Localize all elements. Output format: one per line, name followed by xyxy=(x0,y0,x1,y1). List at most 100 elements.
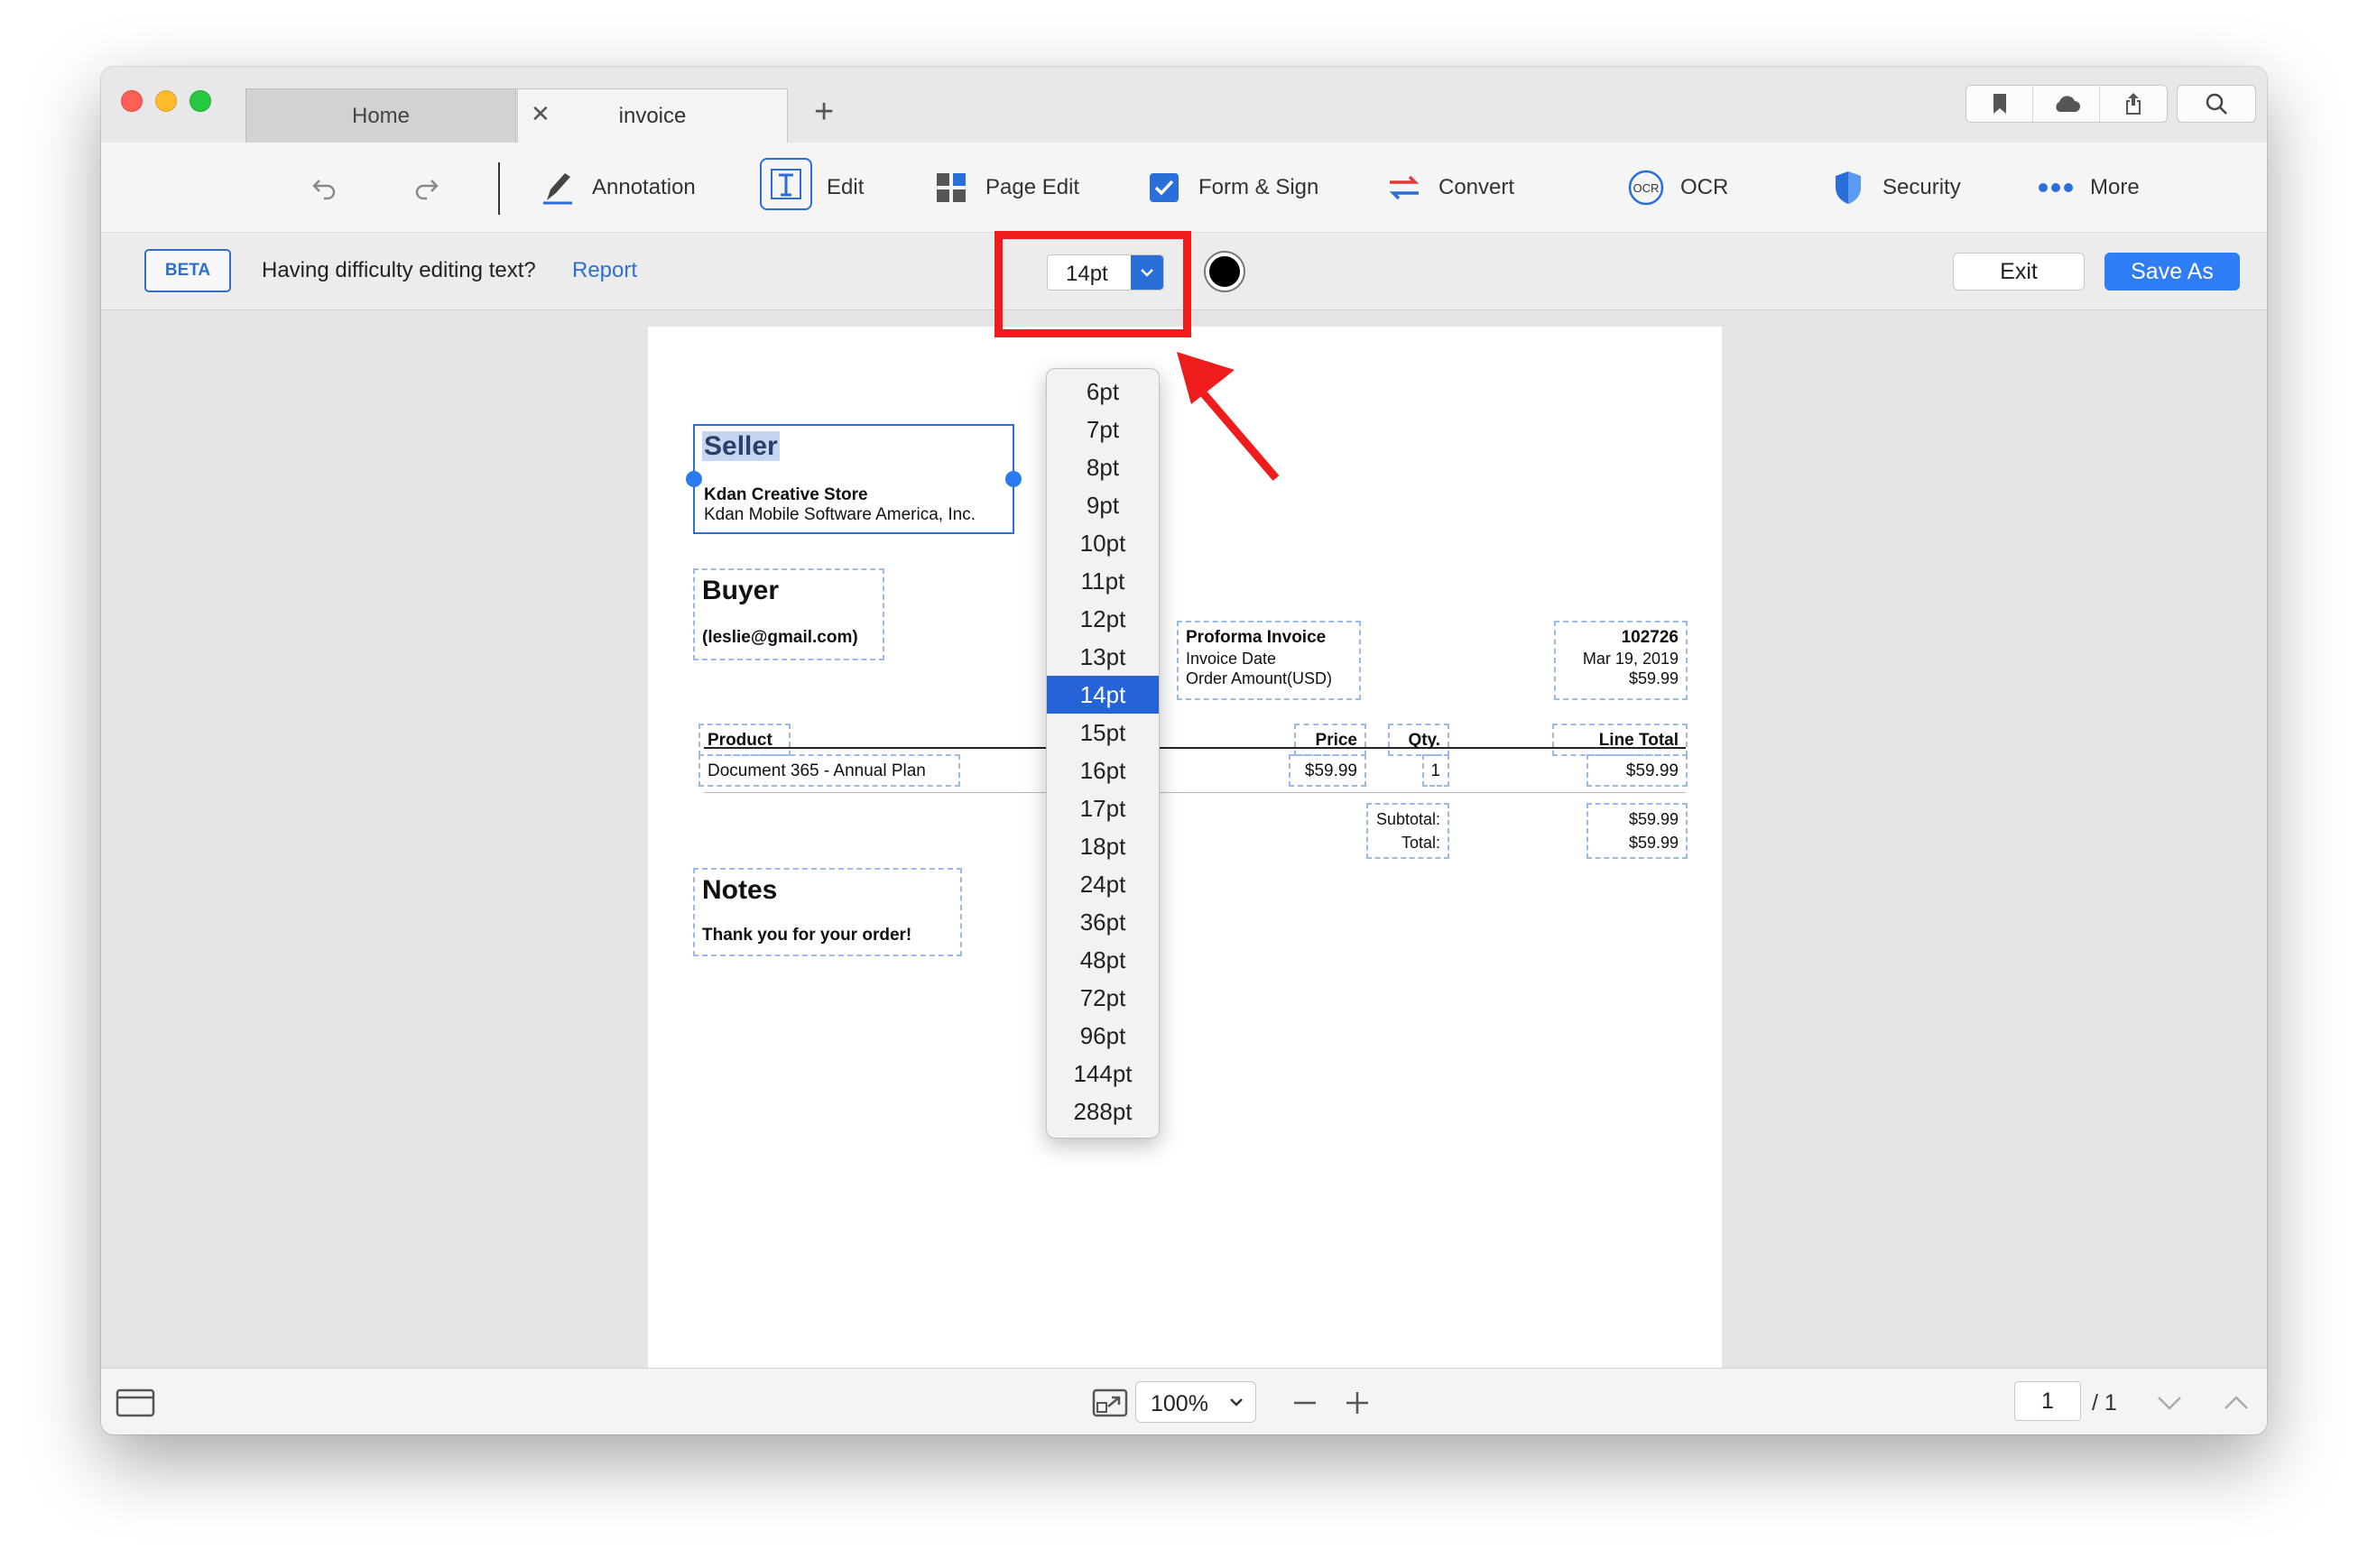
font-size-option[interactable]: 9pt xyxy=(1047,486,1159,524)
fit-page-button[interactable] xyxy=(1090,1385,1130,1421)
row-total[interactable]: $59.99 xyxy=(1626,761,1679,781)
zoom-window-button[interactable] xyxy=(190,90,211,112)
font-size-option[interactable]: 11pt xyxy=(1047,562,1159,600)
font-size-dropdown[interactable]: 6pt 7pt 8pt 9pt 10pt 11pt 12pt 13pt 14pt 15pt 16pt… xyxy=(1046,368,1160,1139)
qty-header-box[interactable]: Qty. xyxy=(1388,724,1449,756)
font-size-option[interactable]: 144pt xyxy=(1047,1055,1159,1093)
row-product-box[interactable]: Document 365 - Annual Plan xyxy=(698,754,960,787)
row-qty-box[interactable]: 1 xyxy=(1422,754,1449,787)
exit-button[interactable]: Exit xyxy=(1953,253,2085,291)
bookmark-button[interactable] xyxy=(1966,86,2033,122)
proforma-text-box[interactable]: Proforma Invoice Invoice Date Order Amou… xyxy=(1177,621,1361,700)
annotation-tool[interactable]: Annotation xyxy=(538,168,696,208)
ocr-tool[interactable]: OCR OCR xyxy=(1626,168,1728,208)
convert-tool[interactable]: Convert xyxy=(1384,168,1514,208)
page-edit-tool[interactable]: Page Edit xyxy=(931,168,1079,208)
font-size-option[interactable]: 48pt xyxy=(1047,941,1159,979)
invoice-date[interactable]: Mar 19, 2019 xyxy=(1583,650,1679,669)
add-tab-button[interactable]: + xyxy=(814,94,834,130)
order-amount[interactable]: $59.99 xyxy=(1629,669,1679,688)
more-tool[interactable]: More xyxy=(2036,168,2140,208)
buyer-text-box[interactable]: Buyer (leslie@gmail.com) xyxy=(693,568,884,660)
row-total-box[interactable]: $59.99 xyxy=(1586,754,1688,787)
row-price[interactable]: $59.99 xyxy=(1305,761,1357,781)
minimize-window-button[interactable] xyxy=(155,90,177,112)
font-size-option[interactable]: 288pt xyxy=(1047,1093,1159,1130)
zoom-select[interactable]: 100% xyxy=(1135,1381,1256,1423)
zoom-out-button[interactable] xyxy=(1287,1385,1323,1421)
row-qty[interactable]: 1 xyxy=(1430,761,1440,781)
text-color-picker[interactable] xyxy=(1206,253,1244,291)
font-size-option[interactable]: 12pt xyxy=(1047,600,1159,638)
pdf-page[interactable]: Seller Kdan Creative Store Kdan Mobile S… xyxy=(648,327,1722,1379)
previous-page-button[interactable] xyxy=(2218,1385,2254,1421)
pen-icon xyxy=(538,168,578,208)
totals-value-box[interactable]: $59.99 $59.99 xyxy=(1586,803,1688,859)
seller-name[interactable]: Kdan Creative Store xyxy=(704,485,868,505)
subtotal-label[interactable]: Subtotal: xyxy=(1376,810,1440,829)
next-page-button[interactable] xyxy=(2151,1385,2188,1421)
row-price-box[interactable]: $59.99 xyxy=(1289,754,1366,787)
search-button[interactable] xyxy=(2177,85,2256,123)
resize-handle-right[interactable] xyxy=(1005,471,1022,487)
tab-invoice[interactable]: ✕ invoice xyxy=(517,88,788,143)
close-tab-icon[interactable]: ✕ xyxy=(531,100,550,128)
font-size-option[interactable]: 24pt xyxy=(1047,865,1159,903)
form-sign-tool[interactable]: Form & Sign xyxy=(1144,168,1318,208)
col-price[interactable]: Price xyxy=(1316,731,1357,751)
font-size-option[interactable]: 17pt xyxy=(1047,789,1159,827)
font-size-option[interactable]: 8pt xyxy=(1047,448,1159,486)
redo-button[interactable] xyxy=(412,168,440,208)
invoice-number[interactable]: 102726 xyxy=(1622,628,1679,648)
seller-text-box[interactable]: Seller Kdan Creative Store Kdan Mobile S… xyxy=(686,424,1022,534)
report-link[interactable]: Report xyxy=(572,258,637,283)
invoice-meta-text-box[interactable]: 102726 Mar 19, 2019 $59.99 xyxy=(1554,621,1688,700)
tab-home[interactable]: Home xyxy=(245,88,516,143)
total-label[interactable]: Total: xyxy=(1401,834,1440,853)
seller-heading[interactable]: Seller xyxy=(702,431,780,461)
undo-button[interactable] xyxy=(310,168,339,208)
font-size-option[interactable]: 36pt xyxy=(1047,903,1159,941)
price-header-box[interactable]: Price xyxy=(1294,724,1366,756)
notes-heading[interactable]: Notes xyxy=(702,875,777,906)
seller-company[interactable]: Kdan Mobile Software America, Inc. xyxy=(704,505,976,525)
notes-text[interactable]: Thank you for your order! xyxy=(702,926,911,945)
sidebar-toggle-button[interactable] xyxy=(116,1385,155,1421)
col-qty[interactable]: Qty. xyxy=(1408,731,1440,751)
share-button[interactable] xyxy=(2100,86,2167,122)
security-tool[interactable]: Security xyxy=(1828,168,1961,208)
cloud-button[interactable] xyxy=(2033,86,2100,122)
product-header-box[interactable]: Product xyxy=(698,724,791,756)
row-product[interactable]: Document 365 - Annual Plan xyxy=(708,761,926,781)
font-size-option[interactable]: 96pt xyxy=(1047,1017,1159,1055)
resize-handle-left[interactable] xyxy=(686,471,702,487)
save-as-button[interactable]: Save As xyxy=(2104,253,2240,291)
font-size-option[interactable]: 6pt xyxy=(1047,373,1159,410)
order-amount-label[interactable]: Order Amount(USD) xyxy=(1186,669,1332,688)
edit-tool[interactable]: Edit xyxy=(760,158,864,210)
font-size-option[interactable]: 15pt xyxy=(1047,714,1159,752)
font-size-option[interactable]: 72pt xyxy=(1047,979,1159,1017)
line-total-header-box[interactable]: Line Total xyxy=(1552,724,1688,756)
notes-text-box[interactable]: Notes Thank you for your order! xyxy=(693,868,962,956)
subtotal-value[interactable]: $59.99 xyxy=(1629,810,1679,829)
col-line-total[interactable]: Line Total xyxy=(1599,731,1679,751)
buyer-heading[interactable]: Buyer xyxy=(702,576,779,606)
invoice-date-label[interactable]: Invoice Date xyxy=(1186,650,1276,669)
zoom-in-button[interactable] xyxy=(1339,1385,1375,1421)
font-size-option[interactable]: 16pt xyxy=(1047,752,1159,789)
font-size-option[interactable]: 14pt xyxy=(1047,676,1159,714)
total-value[interactable]: $59.99 xyxy=(1629,834,1679,853)
font-size-option[interactable]: 10pt xyxy=(1047,524,1159,562)
close-window-button[interactable] xyxy=(121,90,143,112)
font-size-option[interactable]: 7pt xyxy=(1047,410,1159,448)
page-number-input[interactable]: 1 xyxy=(2014,1381,2081,1421)
more-dots-icon xyxy=(2036,168,2076,208)
buyer-email[interactable]: (leslie@gmail.com) xyxy=(702,628,858,648)
col-product[interactable]: Product xyxy=(708,731,772,751)
table-header-line xyxy=(704,747,1686,749)
font-size-option[interactable]: 18pt xyxy=(1047,827,1159,865)
proforma-title[interactable]: Proforma Invoice xyxy=(1186,628,1326,648)
totals-label-box[interactable]: Subtotal: Total: xyxy=(1366,803,1449,859)
font-size-option[interactable]: 13pt xyxy=(1047,638,1159,676)
